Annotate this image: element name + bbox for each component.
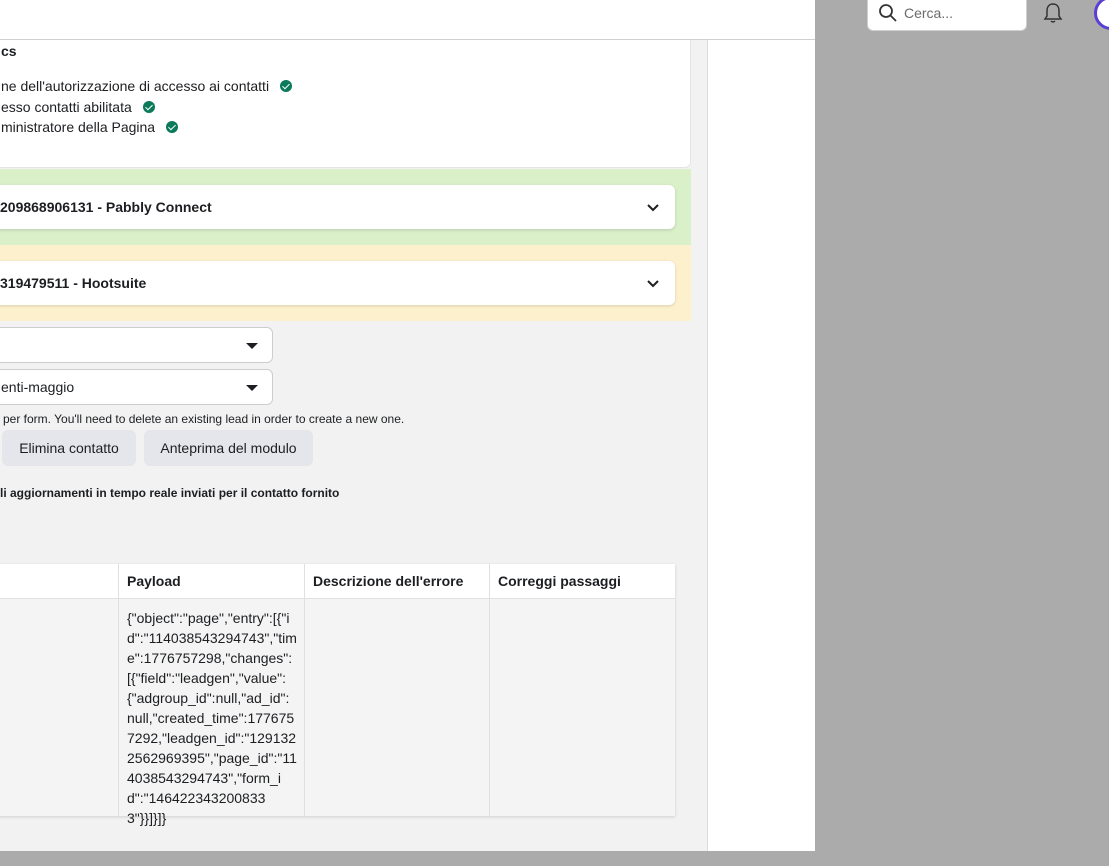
integration-band-hootsuite: 319479511 - Hootsuite [0, 245, 691, 321]
bell-icon[interactable] [1042, 2, 1064, 24]
preview-form-button[interactable]: Anteprima del modulo [144, 430, 313, 466]
table-header-fix: Correggi passaggi [490, 564, 675, 599]
table-header-error: Descrizione dell'errore [305, 564, 490, 599]
panel-gutter [707, 40, 815, 851]
integration-label: 209868906131 - Pabbly Connect [0, 199, 212, 215]
chevron-down-icon [647, 280, 659, 288]
integration-accordion-pabbly[interactable]: 209868906131 - Pabbly Connect [0, 185, 675, 229]
table-header-cell [0, 564, 119, 599]
webhook-table: Payload Descrizione dell'errore Correggi… [0, 564, 675, 826]
caret-down-icon [246, 343, 258, 349]
permission-label: esso contatti abilitata [1, 99, 132, 115]
search-box[interactable]: Cerca... [867, 0, 1027, 31]
page-select[interactable] [0, 327, 273, 363]
permission-label: ne dell'autorizzazione di accesso ai con… [1, 78, 270, 94]
form-select[interactable]: enti-maggio [0, 369, 273, 405]
payload-text: {"object":"page","entry":[{"id":"1140385… [127, 610, 297, 826]
content-area: cs ne dell'autorizzazione di accesso ai … [0, 40, 707, 851]
lead-limit-note: per form. You'll need to delete an exist… [3, 412, 405, 426]
chevron-down-icon [647, 204, 659, 212]
permission-item: ministratore della Pagina [1, 119, 179, 135]
search-input[interactable]: Cerca... [904, 5, 953, 21]
integration-band-pabbly: 209868906131 - Pabbly Connect [0, 169, 691, 245]
table-cell [0, 599, 119, 816]
table-header-payload: Payload [119, 564, 305, 599]
table-cell-error [305, 599, 490, 816]
bottom-bar [0, 851, 1109, 866]
integration-accordion-hootsuite[interactable]: 319479511 - Hootsuite [0, 261, 675, 305]
table-cell-fix [490, 599, 675, 816]
check-circle-icon [142, 101, 155, 113]
updates-title: li aggiornamenti in tempo reale inviati … [0, 486, 340, 500]
table-cell-payload: {"object":"page","entry":[{"id":"1140385… [119, 599, 305, 826]
permission-item: esso contatti abilitata [1, 99, 155, 115]
check-circle-icon [166, 121, 179, 133]
caret-down-icon [246, 385, 258, 391]
top-bar [0, 0, 815, 40]
permission-item: ne dell'autorizzazione di accesso ai con… [1, 78, 293, 94]
permission-label: ministratore della Pagina [1, 119, 156, 135]
permissions-title: cs [1, 43, 17, 59]
integration-label: 319479511 - Hootsuite [0, 275, 147, 291]
avatar[interactable] [1094, 0, 1109, 30]
permissions-card: cs ne dell'autorizzazione di accesso ai … [0, 40, 691, 168]
search-icon [879, 3, 897, 22]
check-circle-icon [280, 80, 293, 92]
form-select-value: enti-maggio [1, 379, 75, 395]
delete-lead-button[interactable]: Elimina contatto [2, 430, 136, 466]
